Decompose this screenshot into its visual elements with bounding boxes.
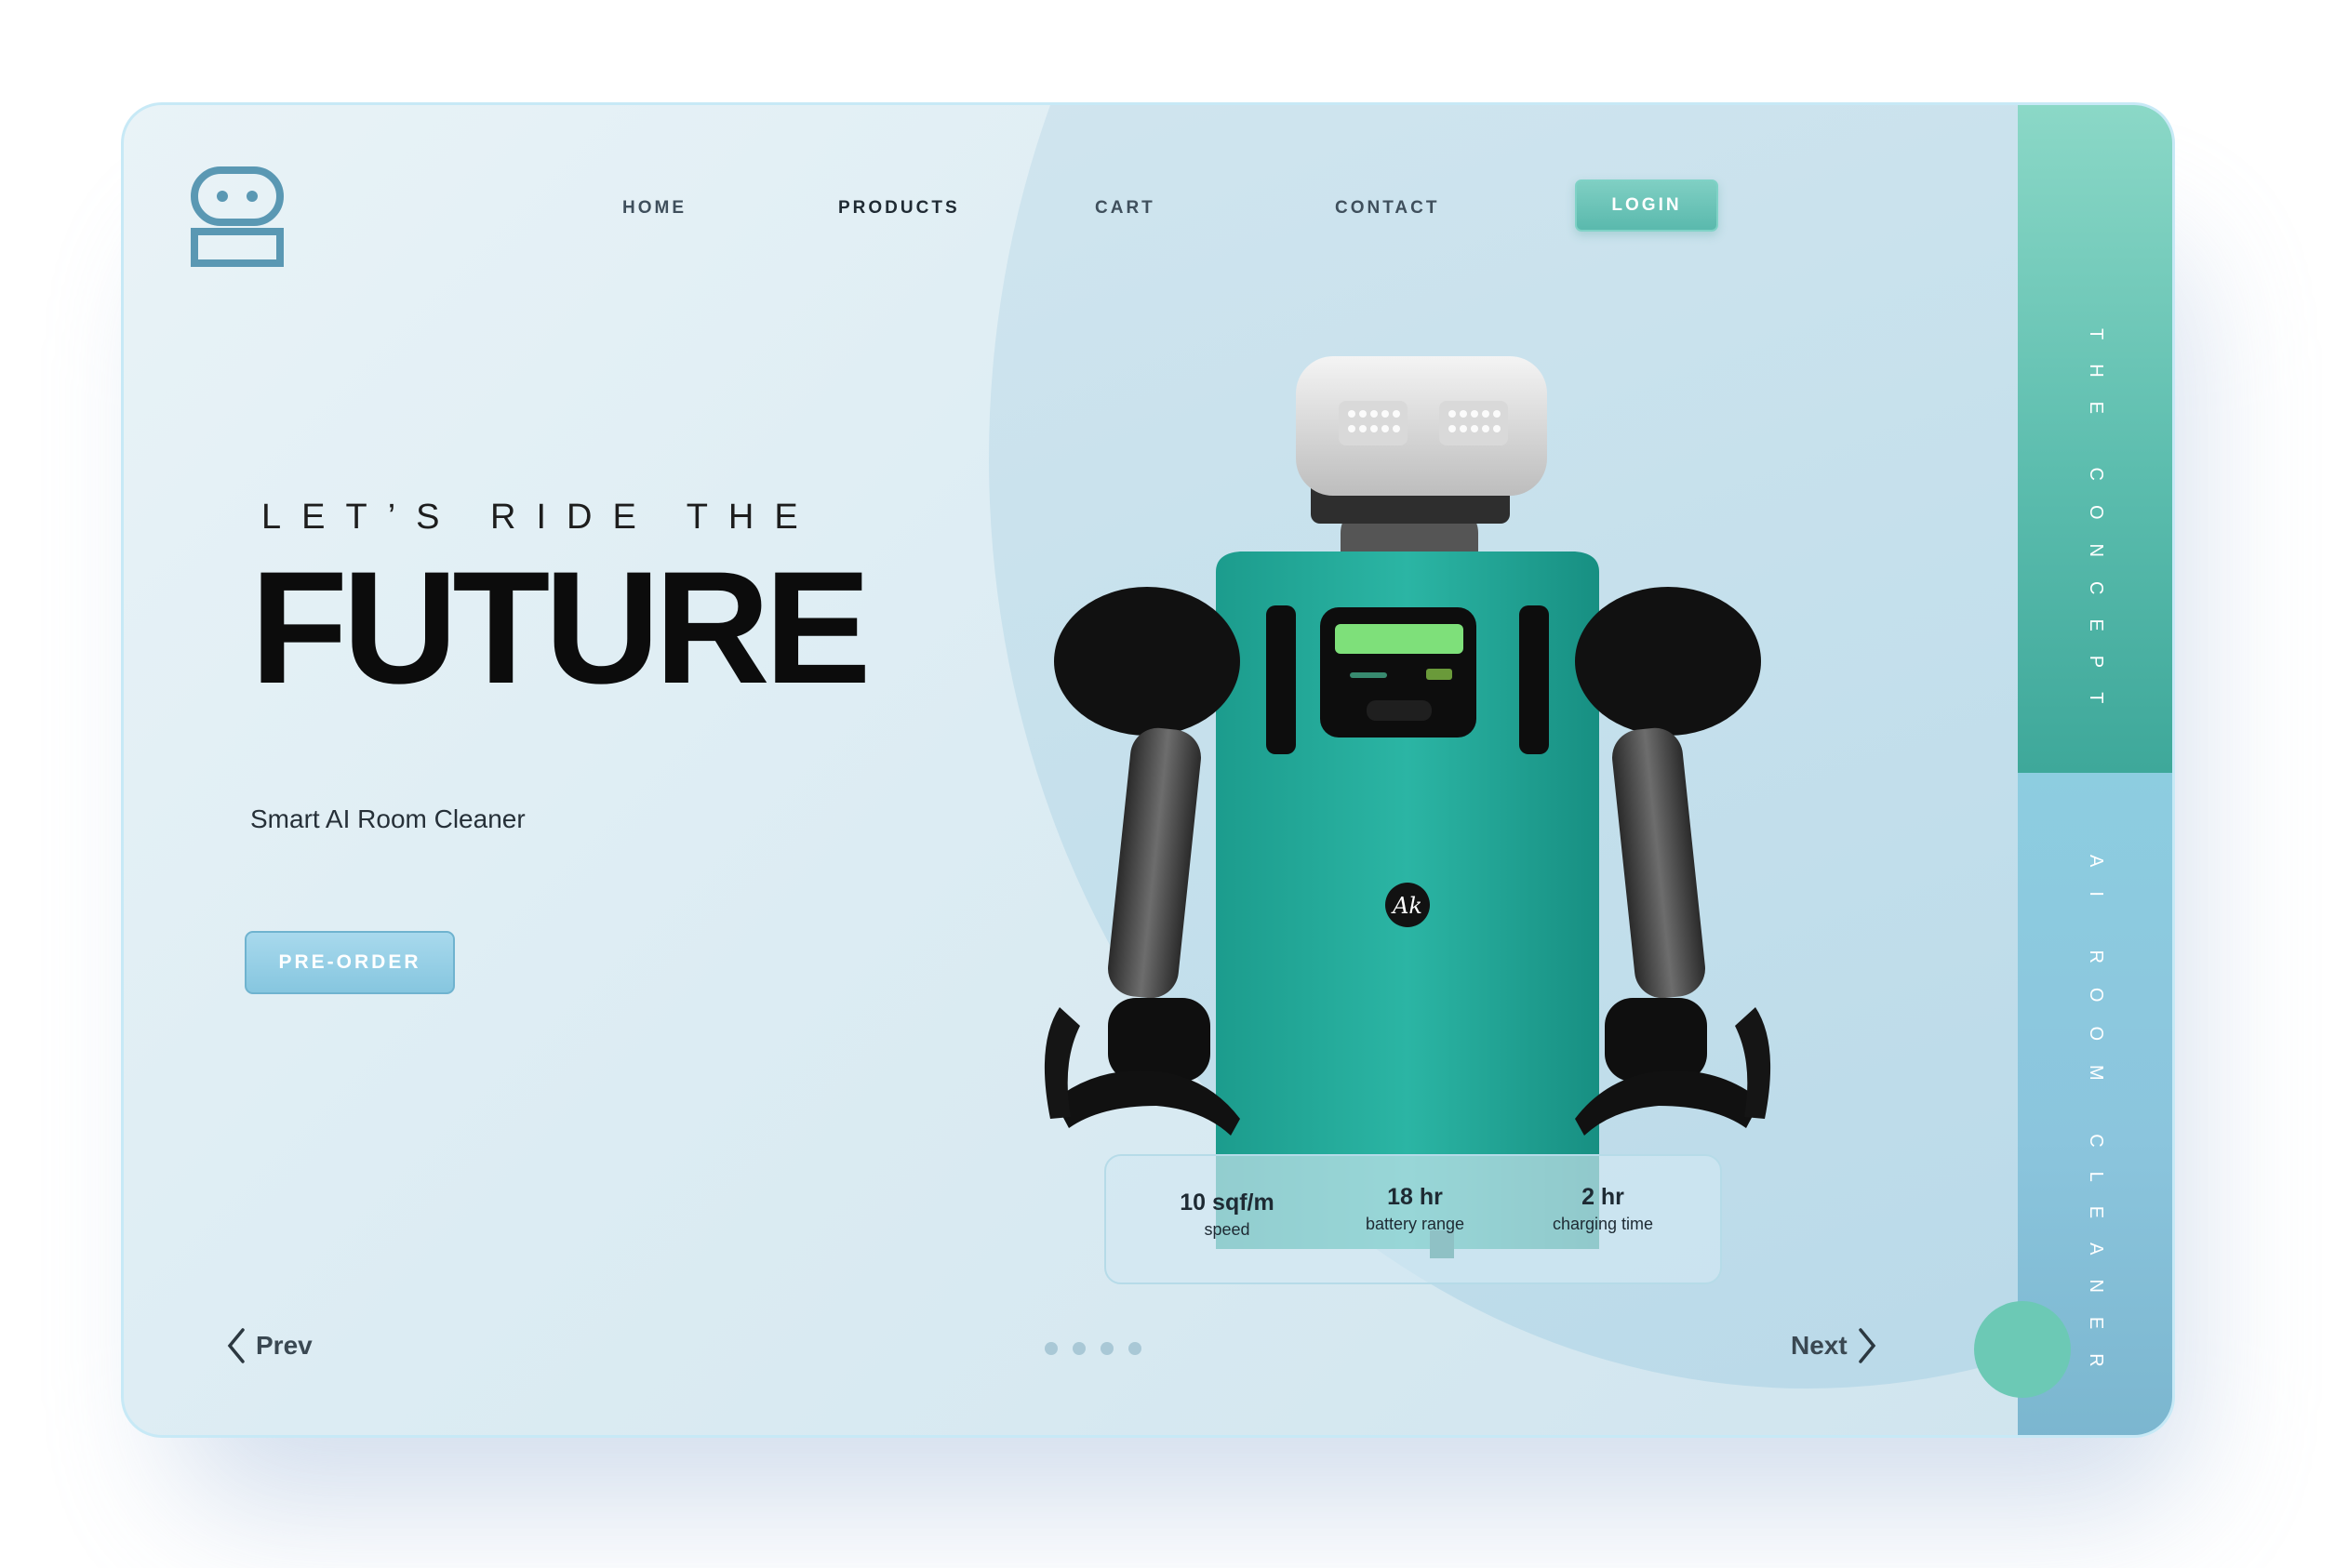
action-circle-button[interactable] [1974,1301,2071,1398]
nav-cart[interactable]: CART [1095,198,1155,219]
spec-battery-value: 18 hr [1387,1184,1443,1210]
next-label: Next [1791,1331,1848,1360]
pager-dot[interactable] [1073,1342,1086,1355]
robot-logo-icon[interactable] [191,166,284,269]
login-button[interactable]: LOGIN [1575,179,1718,232]
robot-image: Ak [1044,356,1771,1258]
side-panel-concept[interactable]: THE CONCEPT [2018,105,2172,773]
pager-dot[interactable] [1045,1342,1058,1355]
pre-order-button[interactable]: PRE-ORDER [245,931,455,994]
prev-button[interactable]: Prev [226,1327,313,1364]
spec-speed: 10 sqf/m speed [1143,1189,1311,1240]
hero-tagline: LET’S RIDE THE [261,498,819,537]
spec-battery: 18 hr battery range [1331,1184,1499,1234]
spec-charging: 2 hr charging time [1519,1184,1687,1234]
spec-charging-label: charging time [1552,1215,1654,1233]
pager-dot[interactable] [1128,1342,1141,1355]
chevron-right-icon [1858,1328,1875,1363]
spec-speed-label: speed [1204,1220,1250,1239]
side-panel-product-label: AI ROOM CLEANER [2086,855,2106,1391]
nav-products[interactable]: PRODUCTS [838,198,960,219]
spec-speed-value: 10 sqf/m [1180,1189,1274,1216]
nav-home[interactable]: HOME [622,198,687,219]
robot-badge-text: Ak [1391,893,1422,919]
next-button[interactable]: Next [1791,1327,1877,1364]
hero-subtitle: Smart AI Room Cleaner [250,804,526,833]
prev-label: Prev [256,1331,313,1360]
specs-panel: 10 sqf/m speed 18 hr battery range 2 hr … [1104,1154,1722,1284]
spec-charging-value: 2 hr [1581,1184,1624,1210]
chevron-left-icon [227,1328,245,1363]
nav-contact[interactable]: CONTACT [1335,198,1439,219]
pager-dots [1045,1342,1141,1355]
hero-title: FUTURE [250,538,871,717]
side-panel-concept-label: THE CONCEPT [2086,328,2106,728]
spec-battery-label: battery range [1365,1215,1465,1233]
pager-dot[interactable] [1101,1342,1114,1355]
landing-card: HOME PRODUCTS CART CONTACT LOGIN LET’S R… [121,102,2175,1438]
